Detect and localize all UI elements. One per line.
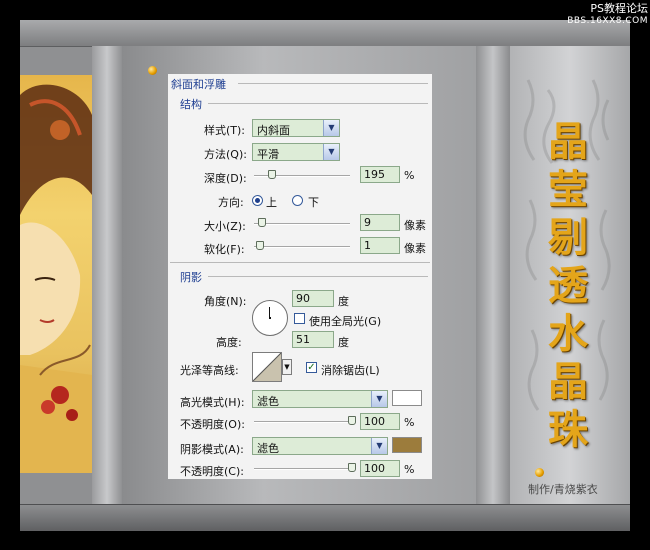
angle-label: 角度(N): <box>204 295 247 308</box>
shadow-opacity-unit: % <box>404 463 415 476</box>
direction-down-label: 下 <box>308 196 319 209</box>
technique-label: 方法(Q): <box>204 148 247 161</box>
gold-bead <box>148 66 157 75</box>
gloss-contour-preview[interactable] <box>252 352 282 382</box>
style-label: 样式(T): <box>204 124 246 137</box>
soften-slider-thumb[interactable] <box>256 241 264 250</box>
angle-unit: 度 <box>338 295 349 308</box>
right-strip <box>476 46 510 504</box>
highlight-opacity-unit: % <box>404 416 415 429</box>
style-dropdown[interactable]: 内斜面 ▼ <box>252 119 340 137</box>
section-divider <box>208 103 428 104</box>
credit-text: 制作/青烧紫衣 <box>528 483 598 496</box>
highlight-color-swatch[interactable] <box>392 390 422 406</box>
highlight-mode-value: 滤色 <box>257 395 279 408</box>
title-char: 水 <box>548 310 588 357</box>
contour-dropdown-button[interactable]: ▼ <box>282 359 292 375</box>
title-char: 晶 <box>548 358 588 405</box>
header-divider <box>238 83 428 84</box>
title-char: 晶 <box>548 118 588 165</box>
soften-unit: 像素 <box>404 242 426 255</box>
size-unit: 像素 <box>404 219 426 232</box>
title-char: 剔 <box>548 214 588 261</box>
chevron-down-icon[interactable]: ▼ <box>371 438 387 454</box>
angle-input[interactable]: 90 <box>292 290 334 307</box>
antialias-label: 消除锯齿(L) <box>321 364 380 377</box>
size-input[interactable]: 9 <box>360 214 400 231</box>
direction-up-label: 上 <box>266 196 277 209</box>
shadow-mode-value: 滤色 <box>257 442 279 455</box>
shading-section-title: 阴影 <box>180 271 202 284</box>
title-char: 珠 <box>548 406 588 453</box>
size-slider-thumb[interactable] <box>258 218 266 227</box>
left-strip <box>92 46 122 504</box>
global-light-label: 使用全局光(G) <box>309 315 382 328</box>
global-light-checkbox[interactable] <box>294 313 305 324</box>
watermark-title: PS教程论坛 <box>590 2 648 15</box>
direction-up-radio[interactable] <box>252 195 263 206</box>
direction-label: 方向: <box>218 196 244 209</box>
section-divider <box>208 276 428 277</box>
highlight-opacity-slider-thumb[interactable] <box>348 416 356 425</box>
angle-dial-hand <box>269 307 270 317</box>
highlight-opacity-slider-track[interactable] <box>254 421 354 423</box>
portrait-image <box>20 75 92 473</box>
gloss-contour-label: 光泽等高线: <box>180 364 239 377</box>
highlight-opacity-label: 不透明度(O): <box>180 418 245 431</box>
title-vertical: 晶 莹 剔 透 水 晶 珠 <box>538 118 598 454</box>
shadow-opacity-slider-track[interactable] <box>254 468 354 470</box>
structure-section-title: 结构 <box>180 98 202 111</box>
style-value: 内斜面 <box>257 124 290 137</box>
bottom-bar <box>20 504 630 531</box>
size-label: 大小(Z): <box>204 220 246 233</box>
soften-slider-track[interactable] <box>254 246 350 248</box>
soften-input[interactable]: 1 <box>360 237 400 254</box>
highlight-opacity-input[interactable]: 100 <box>360 413 400 430</box>
shadow-mode-label: 阴影模式(A): <box>180 443 244 456</box>
chevron-down-icon[interactable]: ▼ <box>371 391 387 407</box>
antialias-checkbox[interactable]: ✓ <box>306 362 317 373</box>
title-char: 透 <box>548 262 588 309</box>
technique-dropdown[interactable]: 平滑 ▼ <box>252 143 340 161</box>
altitude-input[interactable]: 51 <box>292 331 334 348</box>
depth-input[interactable]: 195 <box>360 166 400 183</box>
portrait-illustration <box>20 84 92 473</box>
dialog-header: 斜面和浮雕 <box>171 78 226 91</box>
chevron-down-icon[interactable]: ▼ <box>323 144 339 160</box>
size-slider-track[interactable] <box>254 223 350 225</box>
altitude-label: 高度: <box>216 336 242 349</box>
shadow-color-swatch[interactable] <box>392 437 422 453</box>
angle-dial[interactable] <box>252 300 288 336</box>
technique-value: 平滑 <box>257 148 279 161</box>
section-divider <box>170 262 430 263</box>
title-char: 莹 <box>548 166 588 213</box>
chevron-down-icon[interactable]: ▼ <box>323 120 339 136</box>
direction-down-radio[interactable] <box>292 195 303 206</box>
depth-slider-thumb[interactable] <box>268 170 276 179</box>
angle-dial-center <box>269 317 271 319</box>
shadow-opacity-label: 不透明度(C): <box>180 465 244 478</box>
watermark-url: BBS.16XX8.COM <box>567 16 648 26</box>
contour-curve-icon <box>253 353 281 381</box>
depth-label: 深度(D): <box>204 172 247 185</box>
shadow-mode-dropdown[interactable]: 滤色 ▼ <box>252 437 388 455</box>
altitude-unit: 度 <box>338 336 349 349</box>
highlight-mode-label: 高光模式(H): <box>180 396 245 409</box>
highlight-mode-dropdown[interactable]: 滤色 ▼ <box>252 390 388 408</box>
watermark: PS教程论坛 BBS.16XX8.COM <box>532 3 648 27</box>
shadow-opacity-slider-thumb[interactable] <box>348 463 356 472</box>
depth-unit: % <box>404 169 415 182</box>
shadow-opacity-input[interactable]: 100 <box>360 460 400 477</box>
gold-bead <box>535 468 544 477</box>
bevel-emboss-dialog: 斜面和浮雕 结构 样式(T): 内斜面 ▼ 方法(Q): 平滑 ▼ 深度(D):… <box>168 74 432 479</box>
soften-label: 软化(F): <box>204 243 245 256</box>
